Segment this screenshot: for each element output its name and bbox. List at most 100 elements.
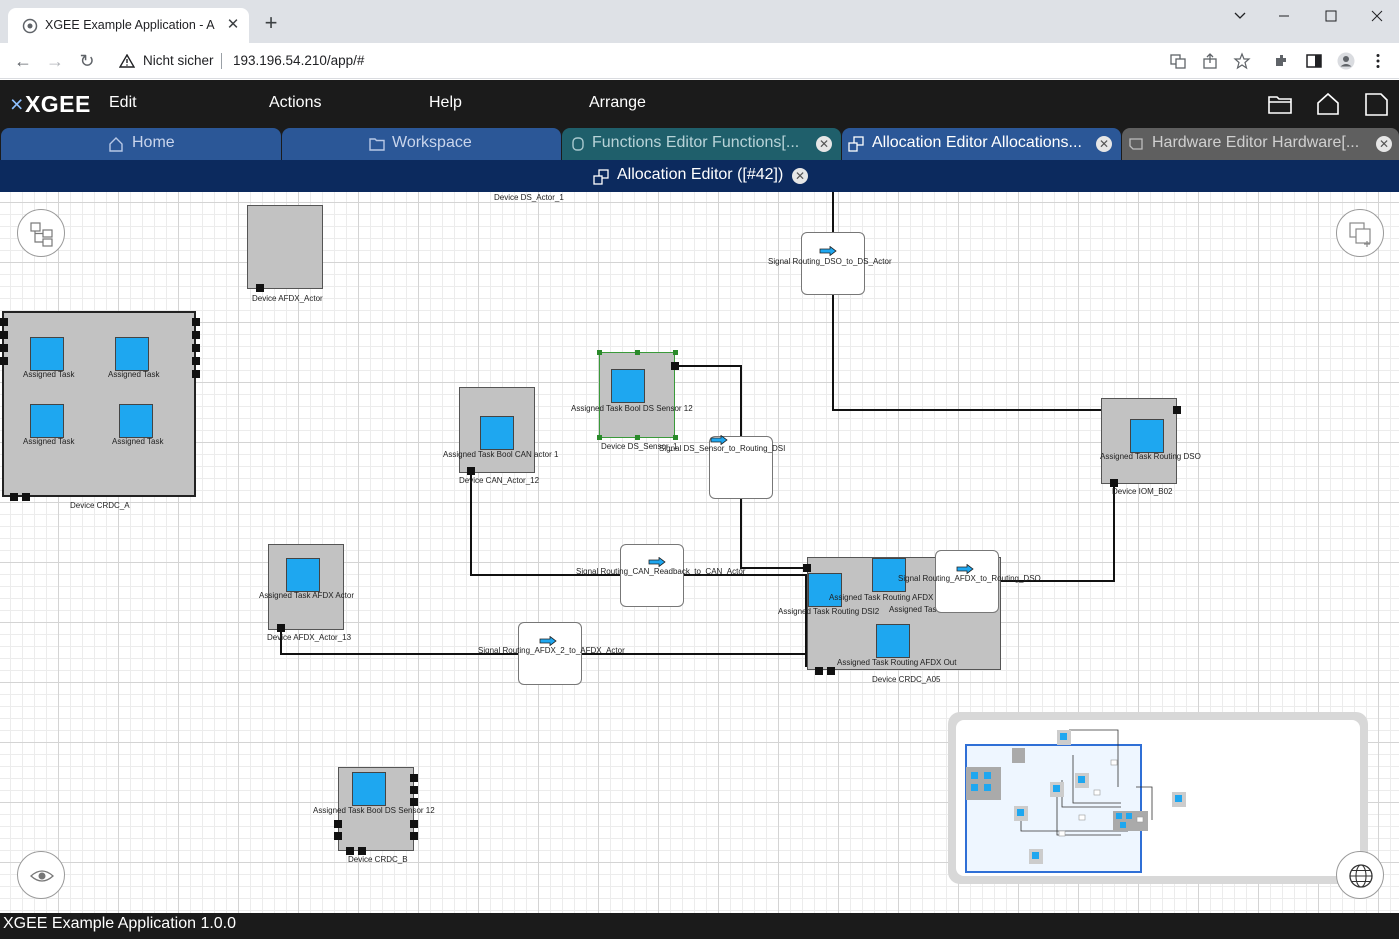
new-document-icon[interactable]	[1363, 91, 1389, 117]
port[interactable]	[0, 331, 8, 339]
menu-arrange[interactable]: Arrange	[589, 94, 646, 112]
close-icon[interactable]: ✕	[1376, 136, 1392, 152]
port[interactable]	[192, 357, 200, 365]
diagram-canvas[interactable]: Device DS_Actor_1 Device AFDX_Actor Assi…	[0, 192, 1399, 913]
tab-allocation-editor[interactable]: Allocation Editor Allocations... ✕	[842, 128, 1121, 160]
tab-functions-editor[interactable]: Functions Editor Functions[... ✕	[562, 128, 841, 160]
visibility-button[interactable]	[17, 851, 65, 899]
globe-icon	[22, 18, 38, 34]
task-label: Assigned Task Routing DSI2	[778, 607, 880, 616]
port[interactable]	[346, 847, 354, 855]
plus-icon[interactable]: +	[259, 12, 283, 36]
side-panel-icon[interactable]	[1305, 52, 1323, 70]
selection-handle[interactable]	[673, 435, 678, 440]
translate-icon[interactable]	[1169, 52, 1187, 70]
assigned-task[interactable]	[352, 772, 386, 806]
task-label: Assigned Task Routing AFDX Out	[837, 658, 957, 667]
port[interactable]	[827, 667, 835, 675]
app-menu-bar: ×XGEE Edit Actions Help Arrange	[0, 80, 1399, 128]
port[interactable]	[410, 786, 418, 794]
port[interactable]	[410, 832, 418, 840]
tab-home[interactable]: Home	[1, 128, 281, 160]
menu-actions[interactable]: Actions	[269, 94, 321, 112]
share-icon[interactable]	[1201, 52, 1219, 70]
port[interactable]	[256, 284, 264, 292]
browser-tab[interactable]: XGEE Example Application - Alloc ✕	[8, 8, 249, 43]
assigned-task[interactable]	[30, 337, 64, 371]
close-tab-icon[interactable]: ✕	[224, 16, 242, 34]
selection-handle[interactable]	[597, 435, 602, 440]
omnibox[interactable]: Nicht sicher 193.196.54.210/app/#	[108, 47, 1198, 75]
maximize-icon[interactable]	[1316, 6, 1346, 26]
app-logo: ×XGEE	[10, 91, 91, 117]
selection-handle[interactable]	[635, 350, 640, 355]
port[interactable]	[0, 318, 8, 326]
close-icon[interactable]: ✕	[816, 136, 832, 152]
device-label: Device AFDX_Actor	[252, 294, 323, 303]
port[interactable]	[671, 362, 679, 370]
port[interactable]	[410, 774, 418, 782]
reload-icon[interactable]: ↻	[77, 51, 97, 71]
port[interactable]	[192, 331, 200, 339]
assigned-task[interactable]	[876, 624, 910, 658]
port[interactable]	[10, 493, 18, 501]
port[interactable]	[410, 798, 418, 806]
extensions-icon[interactable]	[1272, 52, 1290, 70]
port[interactable]	[803, 564, 811, 572]
assigned-task[interactable]	[611, 369, 645, 403]
menu-help[interactable]: Help	[429, 94, 462, 112]
assigned-task[interactable]	[119, 404, 153, 438]
close-window-icon[interactable]	[1362, 6, 1392, 26]
selection-handle[interactable]	[673, 350, 678, 355]
signal-label: Signal Routing_DSO_to_DS_Actor	[768, 257, 892, 266]
port[interactable]	[334, 832, 342, 840]
task-label: Assigned Task AFDX Actor	[259, 591, 355, 600]
profile-icon[interactable]	[1337, 52, 1355, 70]
port[interactable]	[410, 820, 418, 828]
star-icon[interactable]	[1233, 52, 1251, 70]
port[interactable]	[334, 820, 342, 828]
copy-button[interactable]	[1336, 209, 1384, 257]
assigned-task[interactable]	[115, 337, 149, 371]
warning-icon[interactable]	[119, 54, 135, 68]
port[interactable]	[192, 318, 200, 326]
port[interactable]	[1173, 406, 1181, 414]
home-icon[interactable]	[1315, 91, 1341, 117]
port[interactable]	[358, 847, 366, 855]
minimize-icon[interactable]	[1269, 6, 1299, 26]
tab-hardware-editor[interactable]: Hardware Editor Hardware[... ✕	[1122, 128, 1399, 160]
port[interactable]	[277, 624, 285, 632]
assigned-task[interactable]	[1130, 419, 1164, 453]
port[interactable]	[1110, 479, 1118, 487]
port[interactable]	[22, 493, 30, 501]
minimap-content[interactable]	[956, 720, 1360, 876]
globe-button[interactable]	[1336, 851, 1384, 899]
tab-workspace[interactable]: Workspace	[282, 128, 561, 160]
assigned-task[interactable]	[286, 558, 320, 592]
selection-handle[interactable]	[635, 435, 640, 440]
url-text[interactable]: 193.196.54.210/app/#	[233, 53, 364, 68]
port[interactable]	[0, 357, 8, 365]
tree-layout-button[interactable]	[17, 209, 65, 257]
back-arrow-icon[interactable]: ←	[13, 51, 33, 71]
assigned-task[interactable]	[480, 416, 514, 450]
menu-edit[interactable]: Edit	[109, 94, 137, 112]
close-icon[interactable]: ✕	[1096, 136, 1112, 152]
device-afdx-actor[interactable]	[247, 205, 323, 289]
folder-icon[interactable]	[1267, 91, 1293, 117]
close-icon[interactable]: ✕	[792, 168, 808, 184]
selection-handle[interactable]	[597, 350, 602, 355]
port[interactable]	[0, 344, 8, 352]
security-status[interactable]: Nicht sicher	[143, 53, 214, 68]
kebab-menu-icon[interactable]	[1369, 52, 1387, 70]
port[interactable]	[192, 344, 200, 352]
port[interactable]	[467, 467, 475, 475]
forward-arrow-icon[interactable]: →	[45, 51, 65, 71]
port[interactable]	[192, 370, 200, 378]
assigned-task[interactable]	[30, 404, 64, 438]
chevron-down-icon[interactable]	[1225, 6, 1255, 26]
port[interactable]	[815, 667, 823, 675]
sub-editor-title[interactable]: Allocation Editor ([#42])	[617, 166, 783, 184]
minimap-panel[interactable]	[948, 712, 1368, 884]
editor-tab-bar: Home Workspace Functions Editor Function…	[0, 128, 1399, 160]
